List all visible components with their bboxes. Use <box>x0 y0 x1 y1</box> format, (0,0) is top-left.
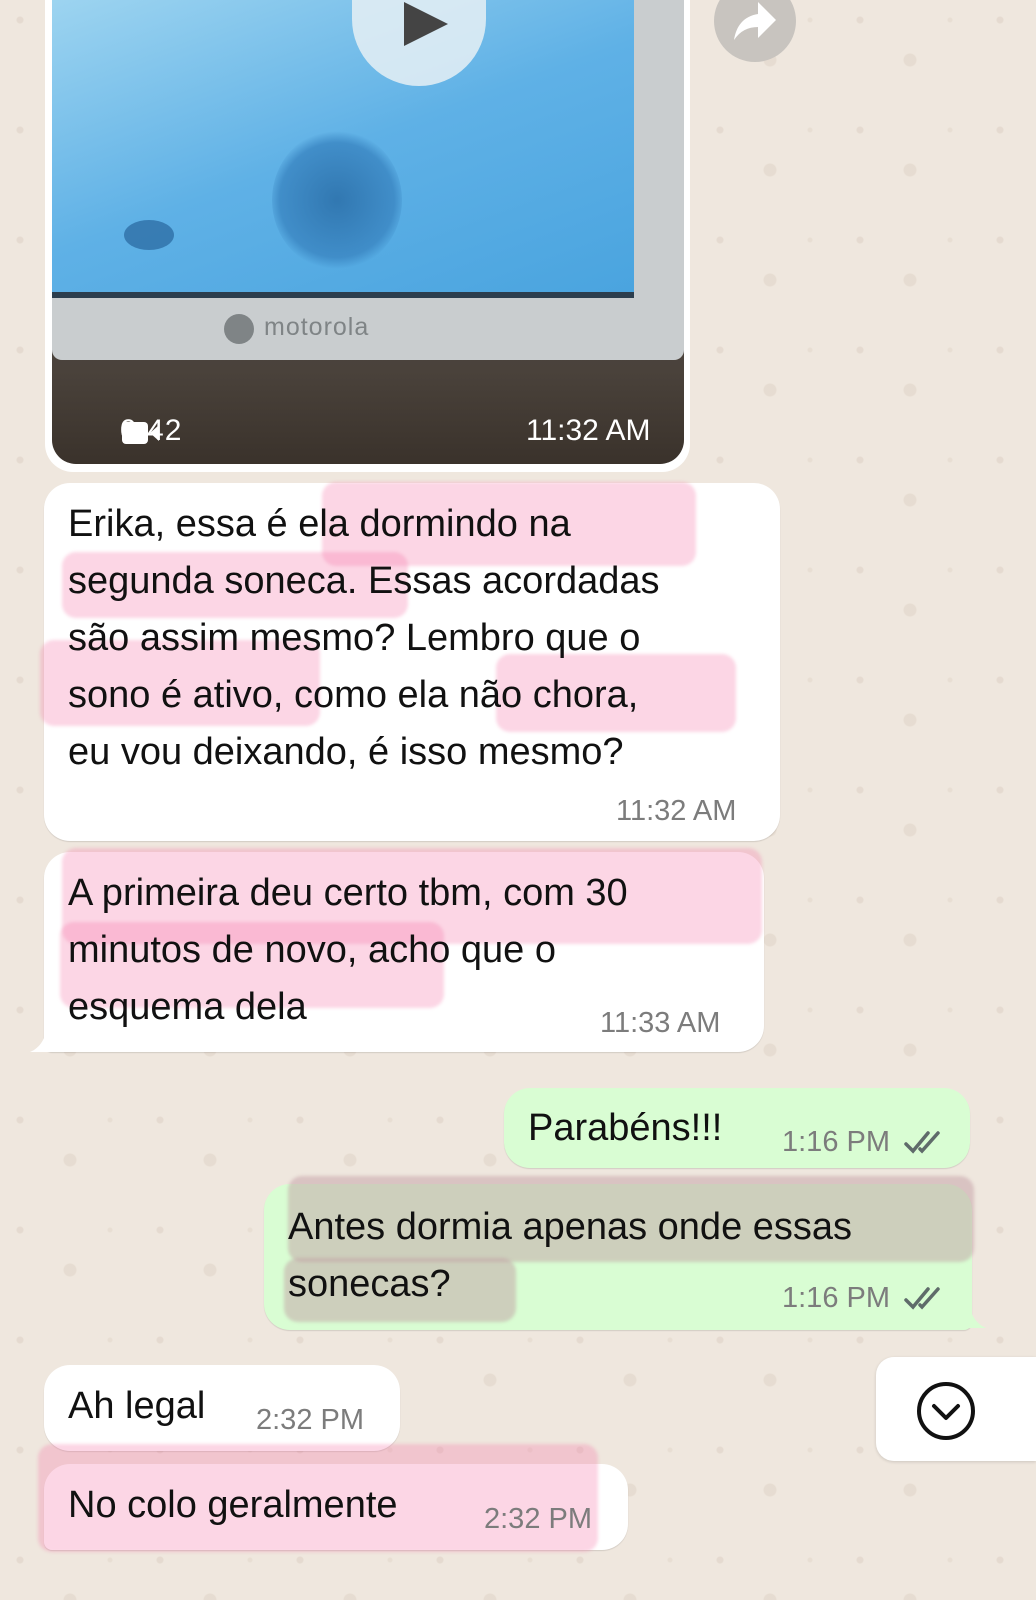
message-time: 1:16 PM <box>782 1126 890 1158</box>
pacifier-image <box>124 220 174 250</box>
message-text-line: No colo geralmente <box>68 1484 398 1526</box>
bubble-tail <box>960 1300 986 1328</box>
message-text-line: sonecas? <box>288 1263 451 1305</box>
video-duration: 0:42 <box>120 414 183 447</box>
message-time: 11:33 AM <box>600 1007 721 1039</box>
message-text-line: Erika, essa é ela dormindo na <box>68 503 571 545</box>
message-text-line: minutos de novo, acho que o <box>68 929 557 971</box>
baby-image <box>272 130 402 270</box>
message-time: 2:32 PM <box>484 1503 592 1535</box>
double-check-icon <box>904 1131 940 1154</box>
chevron-down-icon <box>917 1382 975 1440</box>
forward-icon <box>734 2 776 40</box>
message-text-line: Parabéns!!! <box>528 1107 723 1149</box>
double-check-icon <box>904 1287 940 1310</box>
message-time: 2:32 PM <box>256 1404 364 1436</box>
monitor-brand: motorola <box>264 313 370 341</box>
forward-button[interactable] <box>714 0 796 62</box>
message-text-line: são assim mesmo? Lembro que o <box>68 617 641 659</box>
message-time: 11:32 AM <box>616 795 737 827</box>
motorola-logo-icon <box>224 314 254 344</box>
message-text-line: eu vou deixando, é isso mesmo? <box>68 731 624 773</box>
message-time: 11:32 AM <box>526 414 651 447</box>
bubble-tail <box>30 1024 56 1052</box>
play-icon[interactable] <box>404 2 448 46</box>
message-text-line: esquema dela <box>68 986 307 1028</box>
message-text-line: segunda soneca. Essas acordadas <box>68 560 660 602</box>
monitor-screen <box>52 0 634 298</box>
message-time: 1:16 PM <box>782 1282 890 1314</box>
video-thumbnail[interactable]: motorola 0:42 11:32 AM <box>52 0 684 464</box>
scroll-to-bottom-button[interactable] <box>876 1357 1036 1461</box>
message-text-line: Antes dormia apenas onde essas <box>288 1206 853 1248</box>
message-text-line: A primeira deu certo tbm, com 30 <box>68 872 628 914</box>
message-text-line: Ah legal <box>68 1385 206 1427</box>
message-text-line: sono é ativo, como ela não chora, <box>68 674 639 716</box>
